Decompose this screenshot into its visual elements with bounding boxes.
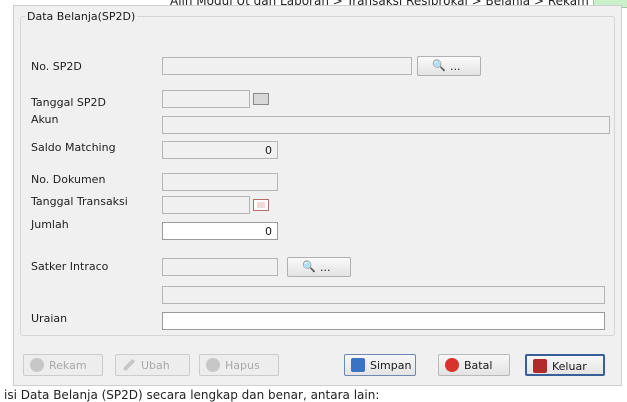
circle-plus-icon	[30, 358, 44, 372]
satker-intraco-field[interactable]	[162, 258, 278, 276]
calendar-icon[interactable]	[253, 93, 269, 105]
simpan-button[interactable]: Simpan	[344, 354, 416, 376]
uraian-field[interactable]	[162, 312, 605, 330]
no-sp2d-lookup-button[interactable]: 🔍 ...	[417, 56, 481, 76]
saldo-matching-field: 0	[162, 141, 278, 159]
no-dokumen-label: No. Dokumen	[31, 173, 106, 186]
satker-intraco-label: Satker Intraco	[31, 260, 109, 273]
magnifier-icon: 🔍	[432, 59, 446, 72]
no-dokumen-field[interactable]	[162, 173, 278, 191]
akun-field[interactable]	[162, 116, 610, 134]
hapus-label: Hapus	[225, 359, 260, 372]
tanggal-sp2d-field[interactable]	[162, 90, 250, 108]
calendar-icon[interactable]	[253, 199, 269, 211]
sp2d-form-window: Data Belanja(SP2D) No. SP2D 🔍 ... Tangga…	[13, 5, 622, 386]
floppy-icon	[351, 358, 365, 372]
exit-door-icon	[533, 359, 547, 373]
no-sp2d-field[interactable]	[162, 57, 412, 75]
batal-button[interactable]: Batal	[438, 354, 510, 376]
satker-intraco-name-field	[162, 286, 605, 304]
magnifier-icon: 🔍	[302, 260, 316, 273]
saldo-matching-value: 0	[265, 144, 272, 157]
lookup-dots: ...	[450, 60, 461, 73]
keluar-button[interactable]: Keluar	[525, 354, 605, 376]
lookup-dots: ...	[320, 261, 331, 274]
tanggal-transaksi-field[interactable]	[162, 196, 250, 214]
keluar-label: Keluar	[552, 360, 587, 373]
jumlah-label: Jumlah	[31, 218, 69, 231]
jumlah-field[interactable]: 0	[162, 222, 278, 240]
group-title: Data Belanja(SP2D)	[25, 10, 138, 23]
ubah-button[interactable]: Ubah	[115, 354, 190, 376]
circle-minus-icon	[206, 358, 220, 372]
document-instruction: isi Data Belanja (SP2D) secara lengkap d…	[4, 388, 380, 402]
saldo-matching-label: Saldo Matching	[31, 141, 116, 154]
ubah-label: Ubah	[141, 359, 170, 372]
tanggal-sp2d-label: Tanggal SP2D	[31, 96, 106, 109]
no-sp2d-label: No. SP2D	[31, 60, 82, 73]
rekam-button[interactable]: Rekam	[23, 354, 103, 376]
tanggal-transaksi-label: Tanggal Transaksi	[31, 195, 128, 208]
rekam-label: Rekam	[49, 359, 87, 372]
data-belanja-group: Data Belanja(SP2D) No. SP2D 🔍 ... Tangga…	[20, 10, 615, 336]
hapus-button[interactable]: Hapus	[199, 354, 279, 376]
satker-intraco-lookup-button[interactable]: 🔍 ...	[287, 257, 351, 277]
x-circle-icon	[445, 358, 459, 372]
simpan-label: Simpan	[370, 359, 412, 372]
batal-label: Batal	[464, 359, 493, 372]
akun-label: Akun	[31, 113, 59, 126]
uraian-label: Uraian	[31, 312, 68, 325]
pencil-icon	[122, 358, 136, 372]
jumlah-value: 0	[265, 225, 272, 238]
